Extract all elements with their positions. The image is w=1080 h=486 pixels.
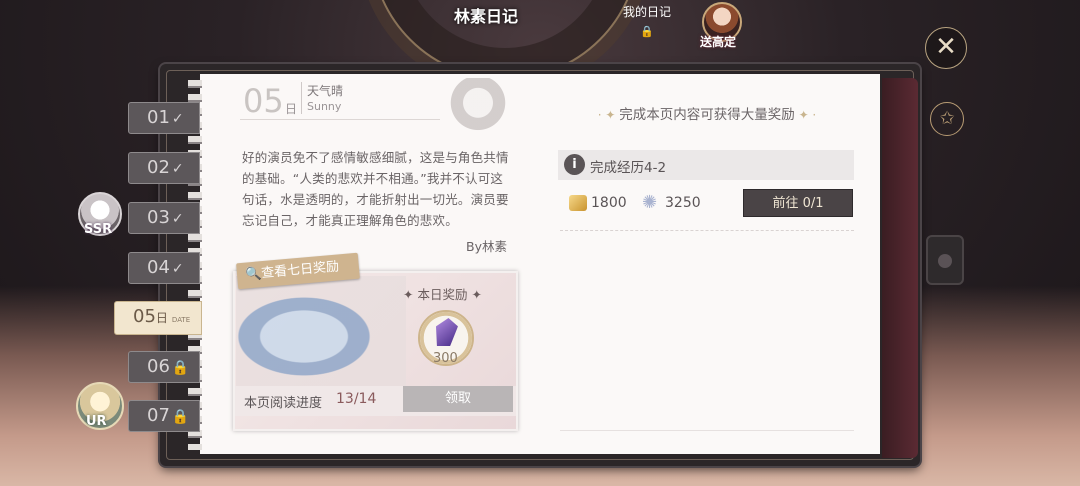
lock-icon: 🔒	[640, 25, 654, 38]
divider	[560, 430, 854, 431]
reward-amount: 300	[433, 351, 458, 366]
star-amount: 3250	[665, 195, 701, 211]
divider	[301, 82, 302, 114]
tab-label: 03	[147, 207, 170, 228]
check-icon: ✓	[171, 211, 184, 227]
close-icon: ✕	[935, 32, 957, 62]
tab-day-02[interactable]: 02 ✓	[128, 152, 200, 184]
task-title: 完成经历4-2	[590, 160, 667, 176]
diary-byline: By林素	[466, 239, 507, 254]
task-header-text: 完成本页内容可获得大量奖励	[619, 107, 795, 123]
tab-label: 02	[147, 157, 170, 178]
divider	[560, 230, 854, 231]
character-portrait	[446, 78, 510, 140]
today-reward-text: 本日奖励	[417, 287, 468, 302]
tab-day-01[interactable]: 01 ✓	[128, 102, 200, 134]
claim-button[interactable]: 领取	[403, 386, 513, 412]
lock-icon: 🔒	[171, 409, 190, 425]
avatar-ur-label: UR	[86, 414, 107, 429]
progress-label: 本页阅读进度	[244, 396, 323, 411]
goto-button[interactable]: 前往 0/1	[743, 189, 853, 217]
weather-en: Sunny	[307, 100, 342, 113]
tab-label: 05	[133, 306, 156, 327]
tab-day-04[interactable]: 04 ✓	[128, 252, 200, 284]
my-diary-button[interactable]: 我的日记 🔒	[612, 0, 682, 38]
close-button[interactable]: ✕	[925, 27, 967, 69]
check-icon: ✓	[171, 111, 184, 127]
progress-value: 13/14	[336, 391, 377, 407]
tab-label: 01	[147, 107, 170, 128]
diary-date: 05	[243, 82, 284, 120]
star-currency-icon: ✺	[642, 192, 658, 213]
divider	[240, 119, 440, 120]
diary-body: 好的演员免不了感情敏感细腻，这是与角色共情的基础。“人类的悲欢并不相通。”我并不…	[242, 150, 509, 228]
gold-icon	[569, 195, 587, 211]
gift-label[interactable]: 送高定	[700, 33, 736, 50]
lock-icon: 🔒	[171, 360, 190, 376]
search-icon: 🔍	[244, 266, 262, 283]
tab-day-03[interactable]: 03 ✓	[128, 202, 200, 234]
tab-date-small: DATE	[171, 316, 191, 324]
weather-cn: 天气晴	[307, 84, 344, 98]
info-icon: i	[564, 154, 585, 175]
tab-label: 04	[147, 257, 170, 278]
tab-day: 日	[155, 311, 168, 325]
book-clasp	[926, 235, 964, 285]
page-title: 林素日记	[454, 7, 519, 26]
tab-day-07[interactable]: 07 🔒	[128, 400, 200, 432]
tab-label: 06	[147, 356, 170, 377]
view7-label: 查看七日奖励	[260, 259, 340, 282]
avatar-ssr-label: SSR	[84, 222, 113, 237]
book-cover	[882, 78, 918, 458]
task-header: · ✦ 完成本页内容可获得大量奖励 ✦ ·	[597, 107, 817, 123]
check-icon: ✓	[171, 161, 184, 177]
gold-amount: 1800	[591, 195, 627, 211]
tab-day-06[interactable]: 06 🔒	[128, 351, 200, 383]
star-icon: ✩	[930, 102, 964, 136]
today-reward-label: ✦ 本日奖励 ✦	[403, 287, 482, 302]
tab-day-05[interactable]: 05日 DATE	[114, 301, 202, 335]
right-page	[530, 74, 880, 454]
my-diary-label: 我的日记	[622, 5, 671, 19]
reward-card-art	[236, 276, 406, 386]
check-icon: ✓	[171, 261, 184, 277]
diary-day: 日	[285, 102, 298, 116]
tab-label: 07	[147, 405, 170, 426]
